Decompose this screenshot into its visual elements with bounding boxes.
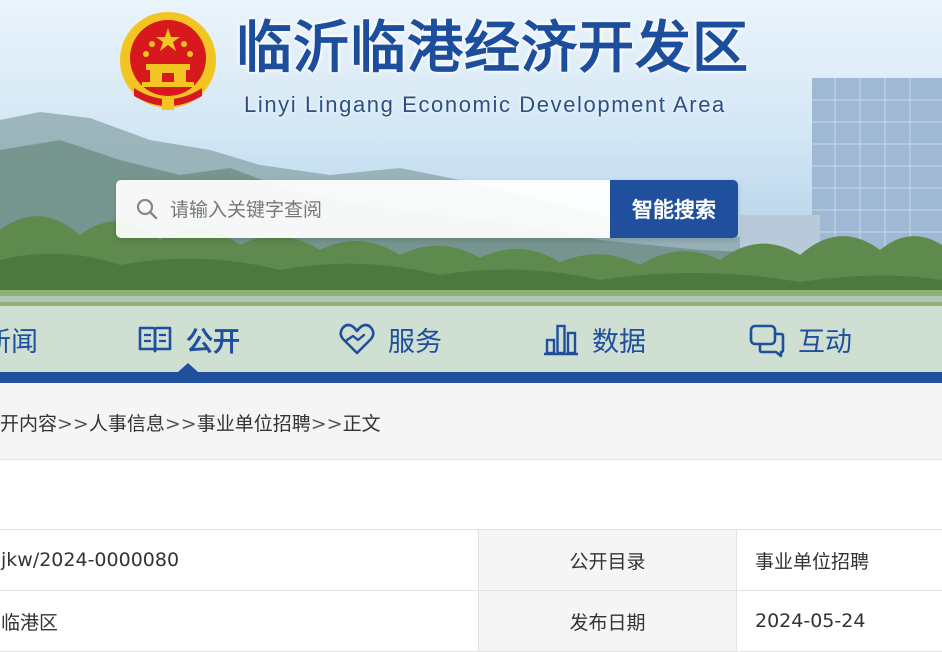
index-number-value: jkw/2024-0000080 xyxy=(0,530,479,591)
nav-item-service[interactable]: 服务 xyxy=(338,306,442,372)
breadcrumb-item[interactable]: 事业单位招聘 xyxy=(197,413,311,435)
catalog-label: 公开目录 xyxy=(479,530,737,591)
national-emblem-icon xyxy=(116,10,220,114)
nav-item-interact[interactable]: 互动 xyxy=(748,306,852,372)
heart-hands-icon xyxy=(338,320,376,358)
site-title: 临沂临港经济开发区 xyxy=(236,14,749,84)
active-indicator xyxy=(178,363,198,372)
nav-underline xyxy=(0,372,942,383)
publish-date-label: 发布日期 xyxy=(479,591,737,652)
nav-label: 新闻 xyxy=(0,320,38,359)
table-row: 临港区 发布日期 2024-05-24 xyxy=(0,591,942,652)
book-icon xyxy=(136,320,174,358)
nav-item-open[interactable]: 公开 xyxy=(136,306,240,372)
publisher-value: 临港区 xyxy=(0,591,479,652)
main-nav: 新闻 公开 服务 xyxy=(0,306,942,372)
search-icon xyxy=(136,198,158,220)
breadcrumb-item[interactable]: 开内容 xyxy=(0,413,57,435)
search-box: 智能搜索 xyxy=(116,180,738,238)
nav-item-news[interactable]: 新闻 xyxy=(0,306,38,372)
breadcrumb-separator: >> xyxy=(311,413,343,435)
article-info-table: jkw/2024-0000080 公开目录 事业单位招聘 临港区 发布日期 20… xyxy=(0,529,942,652)
header-banner: 临沂临港经济开发区 Linyi Lingang Economic Develop… xyxy=(0,0,942,372)
nav-label: 公开 xyxy=(186,320,240,359)
bar-chart-icon xyxy=(542,320,580,358)
breadcrumb-separator: >> xyxy=(165,413,197,435)
breadcrumb-current: 正文 xyxy=(343,413,381,435)
nav-item-data[interactable]: 数据 xyxy=(542,306,646,372)
publish-date-value: 2024-05-24 xyxy=(737,591,942,652)
nav-label: 服务 xyxy=(388,320,442,359)
breadcrumb-item[interactable]: 人事信息 xyxy=(89,413,165,435)
catalog-value: 事业单位招聘 xyxy=(737,530,942,591)
site-subtitle: Linyi Lingang Economic Development Area xyxy=(244,92,726,118)
breadcrumb-bar: 开内容>>人事信息>>事业单位招聘>>正文 xyxy=(0,383,942,460)
breadcrumb: 开内容>>人事信息>>事业单位招聘>>正文 xyxy=(0,409,381,436)
nav-label: 互动 xyxy=(798,320,852,359)
search-button[interactable]: 智能搜索 xyxy=(610,180,738,238)
chat-bubbles-icon xyxy=(748,320,786,358)
nav-label: 数据 xyxy=(592,320,646,359)
table-row: jkw/2024-0000080 公开目录 事业单位招聘 xyxy=(0,530,942,591)
search-input[interactable] xyxy=(168,192,602,228)
breadcrumb-separator: >> xyxy=(57,413,89,435)
